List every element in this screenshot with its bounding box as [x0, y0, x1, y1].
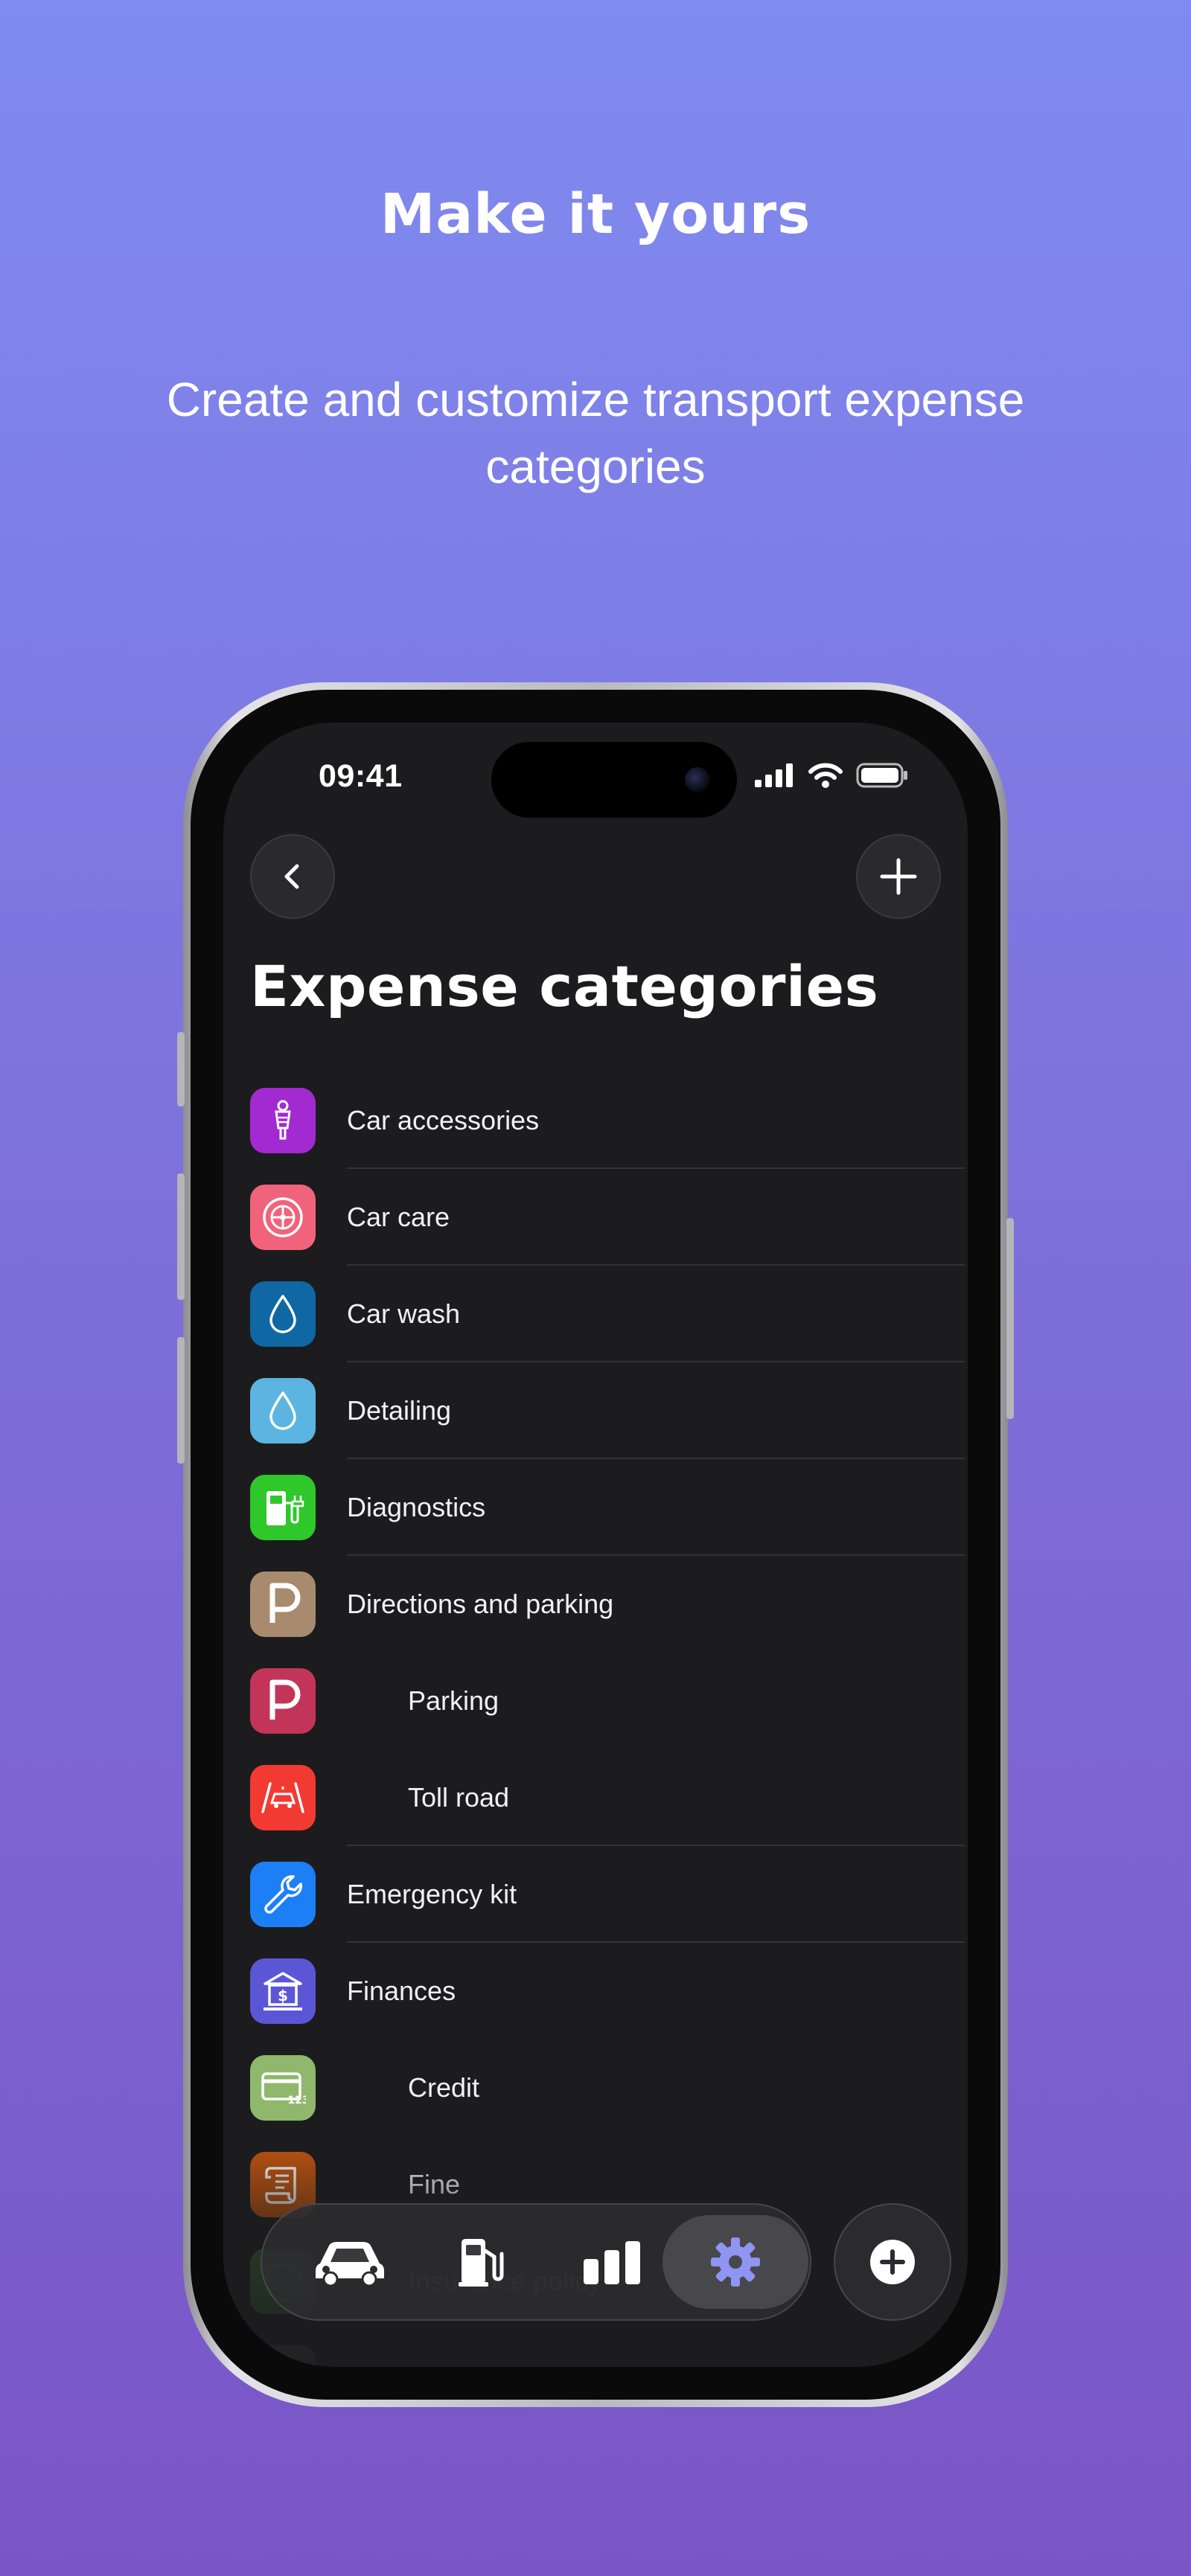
category-label: Directions and parking: [347, 1589, 614, 1619]
tire-icon: [250, 1185, 316, 1250]
plus-icon: [880, 858, 917, 895]
category-row[interactable]: Toll road: [250, 1749, 965, 1846]
category-label: Diagnostics: [347, 1492, 486, 1522]
add-category-button[interactable]: [856, 834, 941, 919]
category-row[interactable]: $ Finances: [250, 1943, 965, 2040]
category-row[interactable]: Car care: [250, 1169, 965, 1266]
parking-icon: [250, 1571, 316, 1637]
category-row[interactable]: Parking: [250, 1653, 965, 1749]
status-time: 09:41: [319, 758, 403, 794]
tab-settings[interactable]: [662, 2215, 808, 2309]
wrench-icon: [250, 1862, 316, 1927]
credit-card-icon: 123: [250, 2055, 316, 2121]
ev-charger-icon: [250, 1475, 316, 1540]
bank-icon: $: [250, 1958, 316, 2024]
promo-subhead: Create and customize transport expense c…: [166, 373, 1025, 493]
category-row[interactable]: Diagnostics: [250, 1459, 965, 1556]
gear-icon: [711, 2237, 760, 2287]
toll-road-icon: [250, 1765, 316, 1830]
category-label: Toll road: [408, 1782, 510, 1813]
add-expense-button[interactable]: [834, 2203, 951, 2321]
category-label: Emergency kit: [347, 1879, 517, 1909]
category-label: Parking: [408, 1685, 499, 1716]
wifi-icon: [808, 763, 843, 788]
parking-icon: [250, 1668, 316, 1734]
status-icons: [755, 763, 908, 788]
back-button[interactable]: [250, 834, 335, 919]
category-label: Credit: [408, 2072, 480, 2103]
category-row[interactable]: Directions and parking: [250, 1556, 965, 1653]
category-row[interactable]: 123 Credit: [250, 2040, 965, 2136]
category-row[interactable]: Car accessories: [250, 1072, 965, 1169]
page-title: Expense categories: [250, 953, 879, 1019]
chevron-left-icon: [284, 864, 299, 889]
category-label: Fine: [408, 2169, 461, 2199]
promo-headline: Make it yours: [380, 182, 811, 246]
tab-cars[interactable]: [277, 2215, 423, 2309]
tab-bar: [261, 2203, 811, 2321]
svg-text:123: 123: [287, 2095, 306, 2106]
document-icon: [250, 2345, 316, 2367]
fuel-pump-icon: [459, 2239, 504, 2287]
svg-text:$: $: [278, 1987, 288, 2005]
category-row[interactable]: Detailing: [250, 1362, 965, 1459]
category-label: Leasing: [408, 2362, 502, 2367]
category-label: Car wash: [347, 1298, 461, 1329]
category-label: Detailing: [347, 1395, 452, 1426]
cellular-signal-icon: [755, 763, 793, 787]
category-label: Car accessories: [347, 1105, 540, 1135]
air-freshener-icon: [250, 1088, 316, 1153]
dynamic-island: [491, 742, 737, 818]
water-drop-icon: [250, 1281, 316, 1347]
tab-fuel[interactable]: [408, 2215, 554, 2309]
category-row[interactable]: Leasing: [250, 2330, 965, 2367]
car-icon: [316, 2242, 384, 2286]
battery-icon: [856, 763, 907, 788]
plus-circle-icon: [870, 2240, 915, 2284]
phone-frame: 09:41 Expense categories Car accessories…: [177, 682, 1014, 2407]
category-row[interactable]: Emergency kit: [250, 1846, 965, 1943]
water-drop-icon: [250, 1378, 316, 1444]
category-list: Car accessories Car care Car wash Detailing…: [250, 1072, 965, 2367]
category-row[interactable]: Car wash: [250, 1266, 965, 1362]
bar-chart-icon: [584, 2241, 640, 2284]
app-screen: 09:41 Expense categories Car accessories…: [223, 723, 968, 2367]
category-label: Car care: [347, 1202, 450, 1232]
category-label: Finances: [347, 1976, 456, 2006]
